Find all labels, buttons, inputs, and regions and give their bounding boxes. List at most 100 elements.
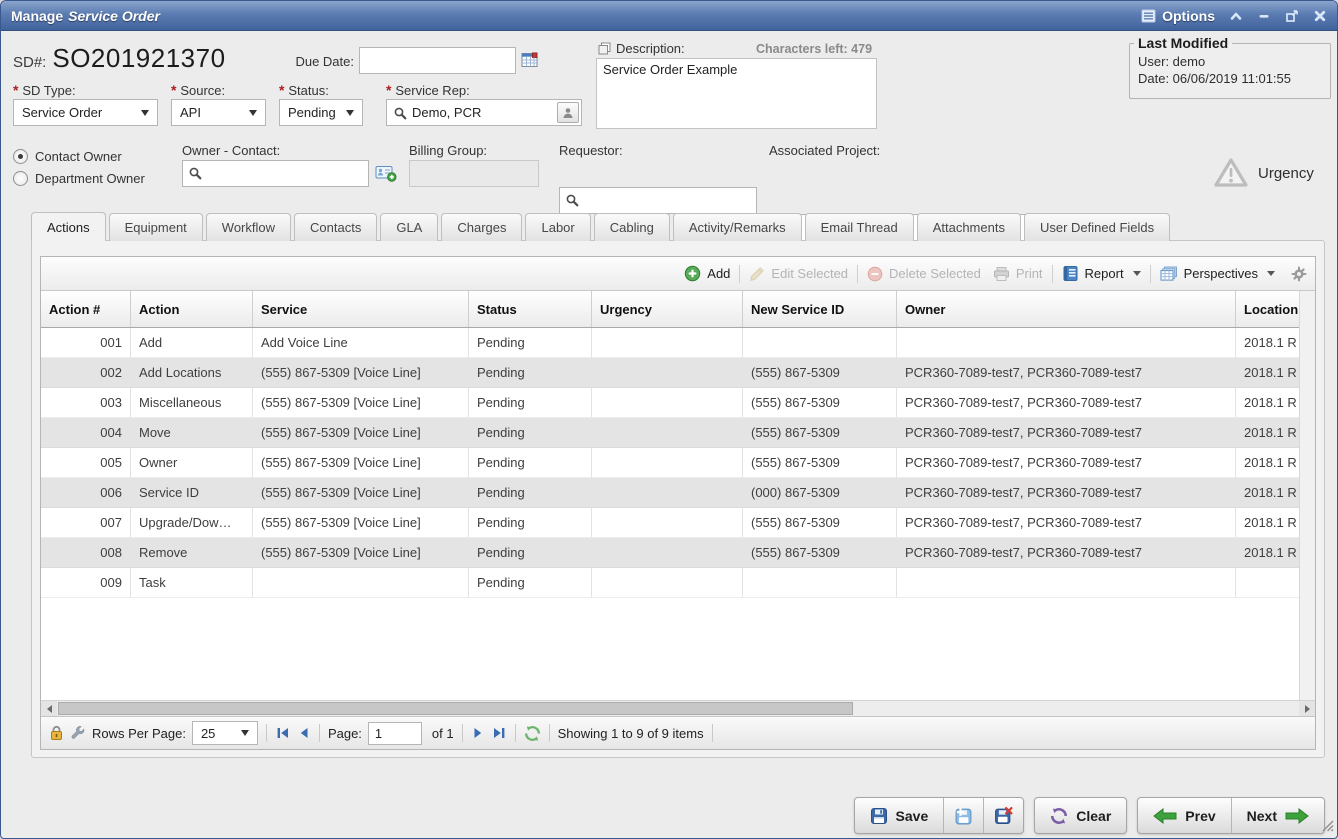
cell: (555) 867-5309 [Voice Line] bbox=[253, 418, 469, 447]
clear-button[interactable]: Clear bbox=[1035, 798, 1126, 833]
tab-cabling[interactable]: Cabling bbox=[594, 213, 670, 241]
save-and-new-button[interactable] bbox=[943, 798, 983, 833]
page-input[interactable] bbox=[368, 722, 422, 745]
cell: 2018.1 R bbox=[1236, 388, 1299, 417]
report-icon bbox=[1062, 265, 1079, 282]
toolbar-separator bbox=[739, 265, 740, 283]
add-contact-button[interactable] bbox=[375, 164, 397, 182]
minimize-icon[interactable] bbox=[1257, 9, 1271, 23]
horizontal-scrollbar-track[interactable] bbox=[57, 701, 1299, 716]
grid-pager: Rows Per Page: 25 Page: of 1 bbox=[41, 716, 1315, 749]
tab-gla[interactable]: GLA bbox=[380, 213, 438, 241]
scroll-right-button[interactable] bbox=[1299, 701, 1315, 716]
first-page-button[interactable] bbox=[275, 725, 291, 741]
close-icon[interactable] bbox=[1313, 9, 1327, 23]
clear-refresh-icon bbox=[1050, 807, 1068, 825]
requestor-input[interactable] bbox=[559, 187, 757, 214]
sd-type-select[interactable]: Service Order bbox=[13, 99, 158, 126]
tab-charges[interactable]: Charges bbox=[441, 213, 522, 241]
cell: 2018.1 R bbox=[1236, 328, 1299, 357]
next-page-button[interactable] bbox=[471, 725, 485, 741]
due-date-input[interactable] bbox=[359, 47, 516, 74]
cell: (555) 867-5309 bbox=[743, 418, 897, 447]
department-owner-radio[interactable]: Department Owner bbox=[13, 171, 145, 186]
add-button[interactable]: Add bbox=[678, 265, 736, 282]
grid-settings-button[interactable] bbox=[1291, 266, 1307, 282]
table-row[interactable]: 008Remove(555) 867-5309 [Voice Line]Pend… bbox=[41, 538, 1299, 568]
cell: Miscellaneous bbox=[131, 388, 253, 417]
prev-button[interactable]: Prev bbox=[1138, 798, 1230, 833]
edit-selected-button[interactable]: Edit Selected bbox=[743, 266, 854, 282]
service-rep-label: Service Rep: bbox=[386, 82, 470, 98]
tab-contacts[interactable]: Contacts bbox=[294, 213, 377, 241]
tab-email-thread[interactable]: Email Thread bbox=[805, 213, 914, 241]
table-row[interactable]: 003Miscellaneous(555) 867-5309 [Voice Li… bbox=[41, 388, 1299, 418]
column-header-action[interactable]: Action bbox=[131, 291, 253, 327]
column-header-status[interactable]: Status bbox=[469, 291, 592, 327]
page-title: ManageService Order bbox=[11, 8, 160, 24]
cell bbox=[592, 388, 743, 417]
print-button[interactable]: Print bbox=[987, 266, 1049, 282]
tab-labor[interactable]: Labor bbox=[525, 213, 590, 241]
cell: 001 bbox=[41, 328, 131, 357]
cell: Pending bbox=[469, 448, 592, 477]
column-header-service[interactable]: Service bbox=[253, 291, 469, 327]
vertical-scrollbar-track[interactable] bbox=[1299, 291, 1315, 700]
table-row[interactable]: 002Add Locations(555) 867-5309 [Voice Li… bbox=[41, 358, 1299, 388]
cell: 006 bbox=[41, 478, 131, 507]
table-row[interactable]: 005Owner(555) 867-5309 [Voice Line]Pendi… bbox=[41, 448, 1299, 478]
tab-attachments[interactable]: Attachments bbox=[917, 213, 1021, 241]
table-row[interactable]: 007Upgrade/Dow…(555) 867-5309 [Voice Lin… bbox=[41, 508, 1299, 538]
table-row[interactable]: 006Service ID(555) 867-5309 [Voice Line]… bbox=[41, 478, 1299, 508]
scroll-left-button[interactable] bbox=[41, 701, 57, 716]
table-row[interactable]: 001AddAdd Voice LinePending2018.1 R bbox=[41, 328, 1299, 358]
horizontal-scrollbar-thumb[interactable] bbox=[58, 702, 853, 715]
title-prefix: Manage bbox=[11, 8, 63, 24]
tab-equipment[interactable]: Equipment bbox=[109, 213, 203, 241]
person-picker-button[interactable] bbox=[557, 102, 579, 123]
source-value: API bbox=[180, 105, 201, 120]
options-button[interactable]: Options bbox=[1141, 8, 1215, 24]
column-header-owner[interactable]: Owner bbox=[897, 291, 1236, 327]
column-header-new-service-id[interactable]: New Service ID bbox=[743, 291, 897, 327]
next-button[interactable]: Next bbox=[1231, 798, 1324, 833]
cell bbox=[1236, 568, 1299, 597]
source-label: Source: bbox=[171, 82, 225, 98]
lock-columns-button[interactable] bbox=[49, 725, 64, 741]
table-row[interactable]: 009TaskPending bbox=[41, 568, 1299, 598]
previous-page-button[interactable] bbox=[297, 725, 311, 741]
save-and-close-button[interactable] bbox=[983, 798, 1023, 833]
description-textarea[interactable]: Service Order Example bbox=[596, 58, 877, 129]
column-header-location[interactable]: Location bbox=[1236, 291, 1299, 327]
sd-label: SD#: bbox=[13, 54, 46, 71]
collapse-icon[interactable] bbox=[1229, 9, 1243, 23]
tab-workflow[interactable]: Workflow bbox=[206, 213, 291, 241]
status-select[interactable]: Pending bbox=[279, 99, 363, 126]
save-icon bbox=[870, 807, 888, 825]
source-select[interactable]: API bbox=[171, 99, 266, 126]
tab-activity-remarks[interactable]: Activity/Remarks bbox=[673, 213, 802, 241]
cell: Pending bbox=[469, 358, 592, 387]
owner-contact-input[interactable] bbox=[182, 160, 369, 187]
table-row[interactable]: 004Move(555) 867-5309 [Voice Line]Pendin… bbox=[41, 418, 1299, 448]
perspectives-button[interactable]: Perspectives bbox=[1154, 266, 1281, 282]
contact-owner-radio[interactable]: Contact Owner bbox=[13, 149, 145, 164]
calendar-button[interactable] bbox=[517, 48, 541, 72]
popout-icon[interactable] bbox=[1285, 9, 1299, 23]
delete-selected-button[interactable]: Delete Selected bbox=[861, 266, 987, 282]
tab-actions[interactable]: Actions bbox=[31, 212, 106, 241]
last-page-button[interactable] bbox=[491, 725, 507, 741]
save-button[interactable]: Save bbox=[855, 798, 944, 833]
window-resize-grip[interactable] bbox=[1320, 818, 1334, 835]
refresh-button[interactable] bbox=[524, 725, 541, 742]
cell: Pending bbox=[469, 538, 592, 567]
popup-window-icon[interactable] bbox=[598, 42, 611, 55]
column-header-urgency[interactable]: Urgency bbox=[592, 291, 743, 327]
report-button[interactable]: Report bbox=[1056, 265, 1147, 282]
status-label: Status: bbox=[279, 82, 329, 98]
column-header-action[interactable]: Action # bbox=[41, 291, 131, 327]
grid-tools-button[interactable] bbox=[70, 725, 86, 741]
service-rep-field[interactable]: Demo, PCR bbox=[386, 99, 582, 126]
rows-per-page-select[interactable]: 25 bbox=[192, 721, 258, 745]
tab-user-defined-fields[interactable]: User Defined Fields bbox=[1024, 213, 1170, 241]
